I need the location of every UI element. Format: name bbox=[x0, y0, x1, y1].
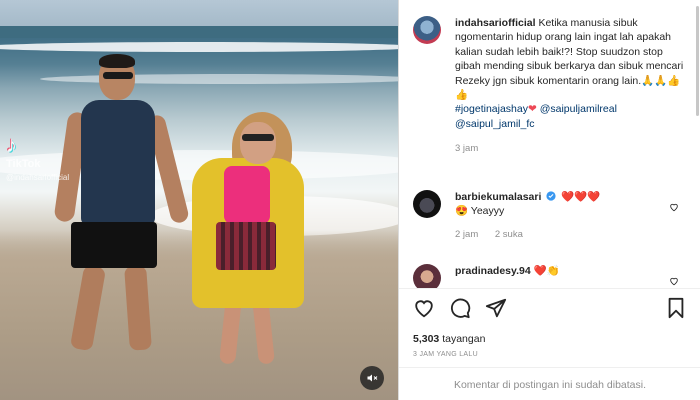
mention-link[interactable]: @saipuljamilreal bbox=[540, 103, 617, 115]
comment-hearts: ❤️❤️❤️ bbox=[561, 191, 601, 203]
view-count[interactable]: 5,303 tayangan bbox=[413, 333, 485, 345]
comments-restricted-text: Komentar di postingan ini sudah dibatasi… bbox=[453, 378, 647, 391]
author-avatar[interactable] bbox=[413, 16, 441, 44]
comment-username[interactable]: pradinadesy.94 bbox=[455, 265, 531, 277]
view-count-label: tayangan bbox=[442, 333, 486, 345]
comment-item: pradinadesy.94 ❤️👏 bbox=[413, 264, 689, 288]
mute-button[interactable] bbox=[360, 366, 384, 390]
view-count-number: 5,303 bbox=[413, 333, 440, 345]
author-username[interactable]: indahsariofficial bbox=[455, 17, 536, 29]
like-heart-icon[interactable] bbox=[413, 297, 435, 319]
mention-link[interactable]: @saipul_jamil_fc bbox=[455, 118, 535, 130]
tiktok-icon: ♪ bbox=[6, 132, 17, 157]
woman-figure bbox=[192, 112, 308, 368]
sea-horizon bbox=[0, 26, 398, 38]
comment-item: barbiekumalasari ❤️❤️❤️ 😍 Yeayyy 2 jam 2… bbox=[413, 190, 689, 242]
post-caption: indahsariofficial Ketika manusia sibuk n… bbox=[413, 16, 689, 157]
comment-meta: 2 jam 2 suka bbox=[455, 228, 689, 242]
comment-username[interactable]: barbiekumalasari bbox=[455, 191, 541, 203]
speaker-muted-icon bbox=[367, 374, 378, 382]
sky bbox=[0, 0, 398, 26]
comment-likes[interactable]: 2 suka bbox=[495, 229, 523, 240]
caption-meta: 3 jam bbox=[455, 142, 689, 156]
scrollbar[interactable] bbox=[696, 6, 699, 116]
man-figure bbox=[53, 52, 191, 352]
post-panel: indahsariofficial Ketika manusia sibuk n… bbox=[398, 0, 700, 400]
caption-text: Ketika manusia sibuk ngomentarin hidup o… bbox=[455, 17, 684, 102]
action-bar: 5,303 tayangan 3 JAM YANG LALU Komentar … bbox=[399, 288, 700, 400]
commenter-avatar[interactable] bbox=[413, 264, 441, 288]
save-bookmark-icon[interactable] bbox=[665, 297, 687, 319]
like-comment-heart-icon[interactable] bbox=[669, 202, 679, 212]
verified-badge-icon bbox=[546, 191, 556, 201]
comment-hearts: ❤️👏 bbox=[533, 265, 560, 277]
commenter-avatar[interactable] bbox=[413, 190, 441, 218]
tiktok-label: TikTok bbox=[6, 158, 41, 170]
hashtag-link[interactable]: #jogetinajashay bbox=[455, 103, 528, 115]
tiktok-watermark: ♪ TikTok @indahsariofficial bbox=[6, 132, 70, 183]
comment-time[interactable]: 2 jam bbox=[455, 229, 478, 240]
post-video[interactable]: ♪ TikTok @indahsariofficial bbox=[0, 0, 398, 400]
comment-text: 😍 Yeayyy bbox=[455, 205, 505, 217]
share-paper-plane-icon[interactable] bbox=[485, 297, 507, 319]
wave bbox=[0, 42, 398, 52]
tiktok-handle: @indahsariofficial bbox=[6, 173, 70, 182]
comment-bubble-icon[interactable] bbox=[449, 297, 471, 319]
post-time[interactable]: 3 jam bbox=[455, 143, 478, 154]
comments-restricted-notice: Komentar di postingan ini sudah dibatasi… bbox=[399, 367, 700, 400]
posted-time[interactable]: 3 JAM YANG LALU bbox=[413, 351, 478, 358]
comments-scroll-area[interactable]: indahsariofficial Ketika manusia sibuk n… bbox=[399, 0, 700, 288]
like-comment-heart-icon[interactable] bbox=[669, 276, 679, 286]
heart-emoji: ❤ bbox=[527, 103, 537, 116]
